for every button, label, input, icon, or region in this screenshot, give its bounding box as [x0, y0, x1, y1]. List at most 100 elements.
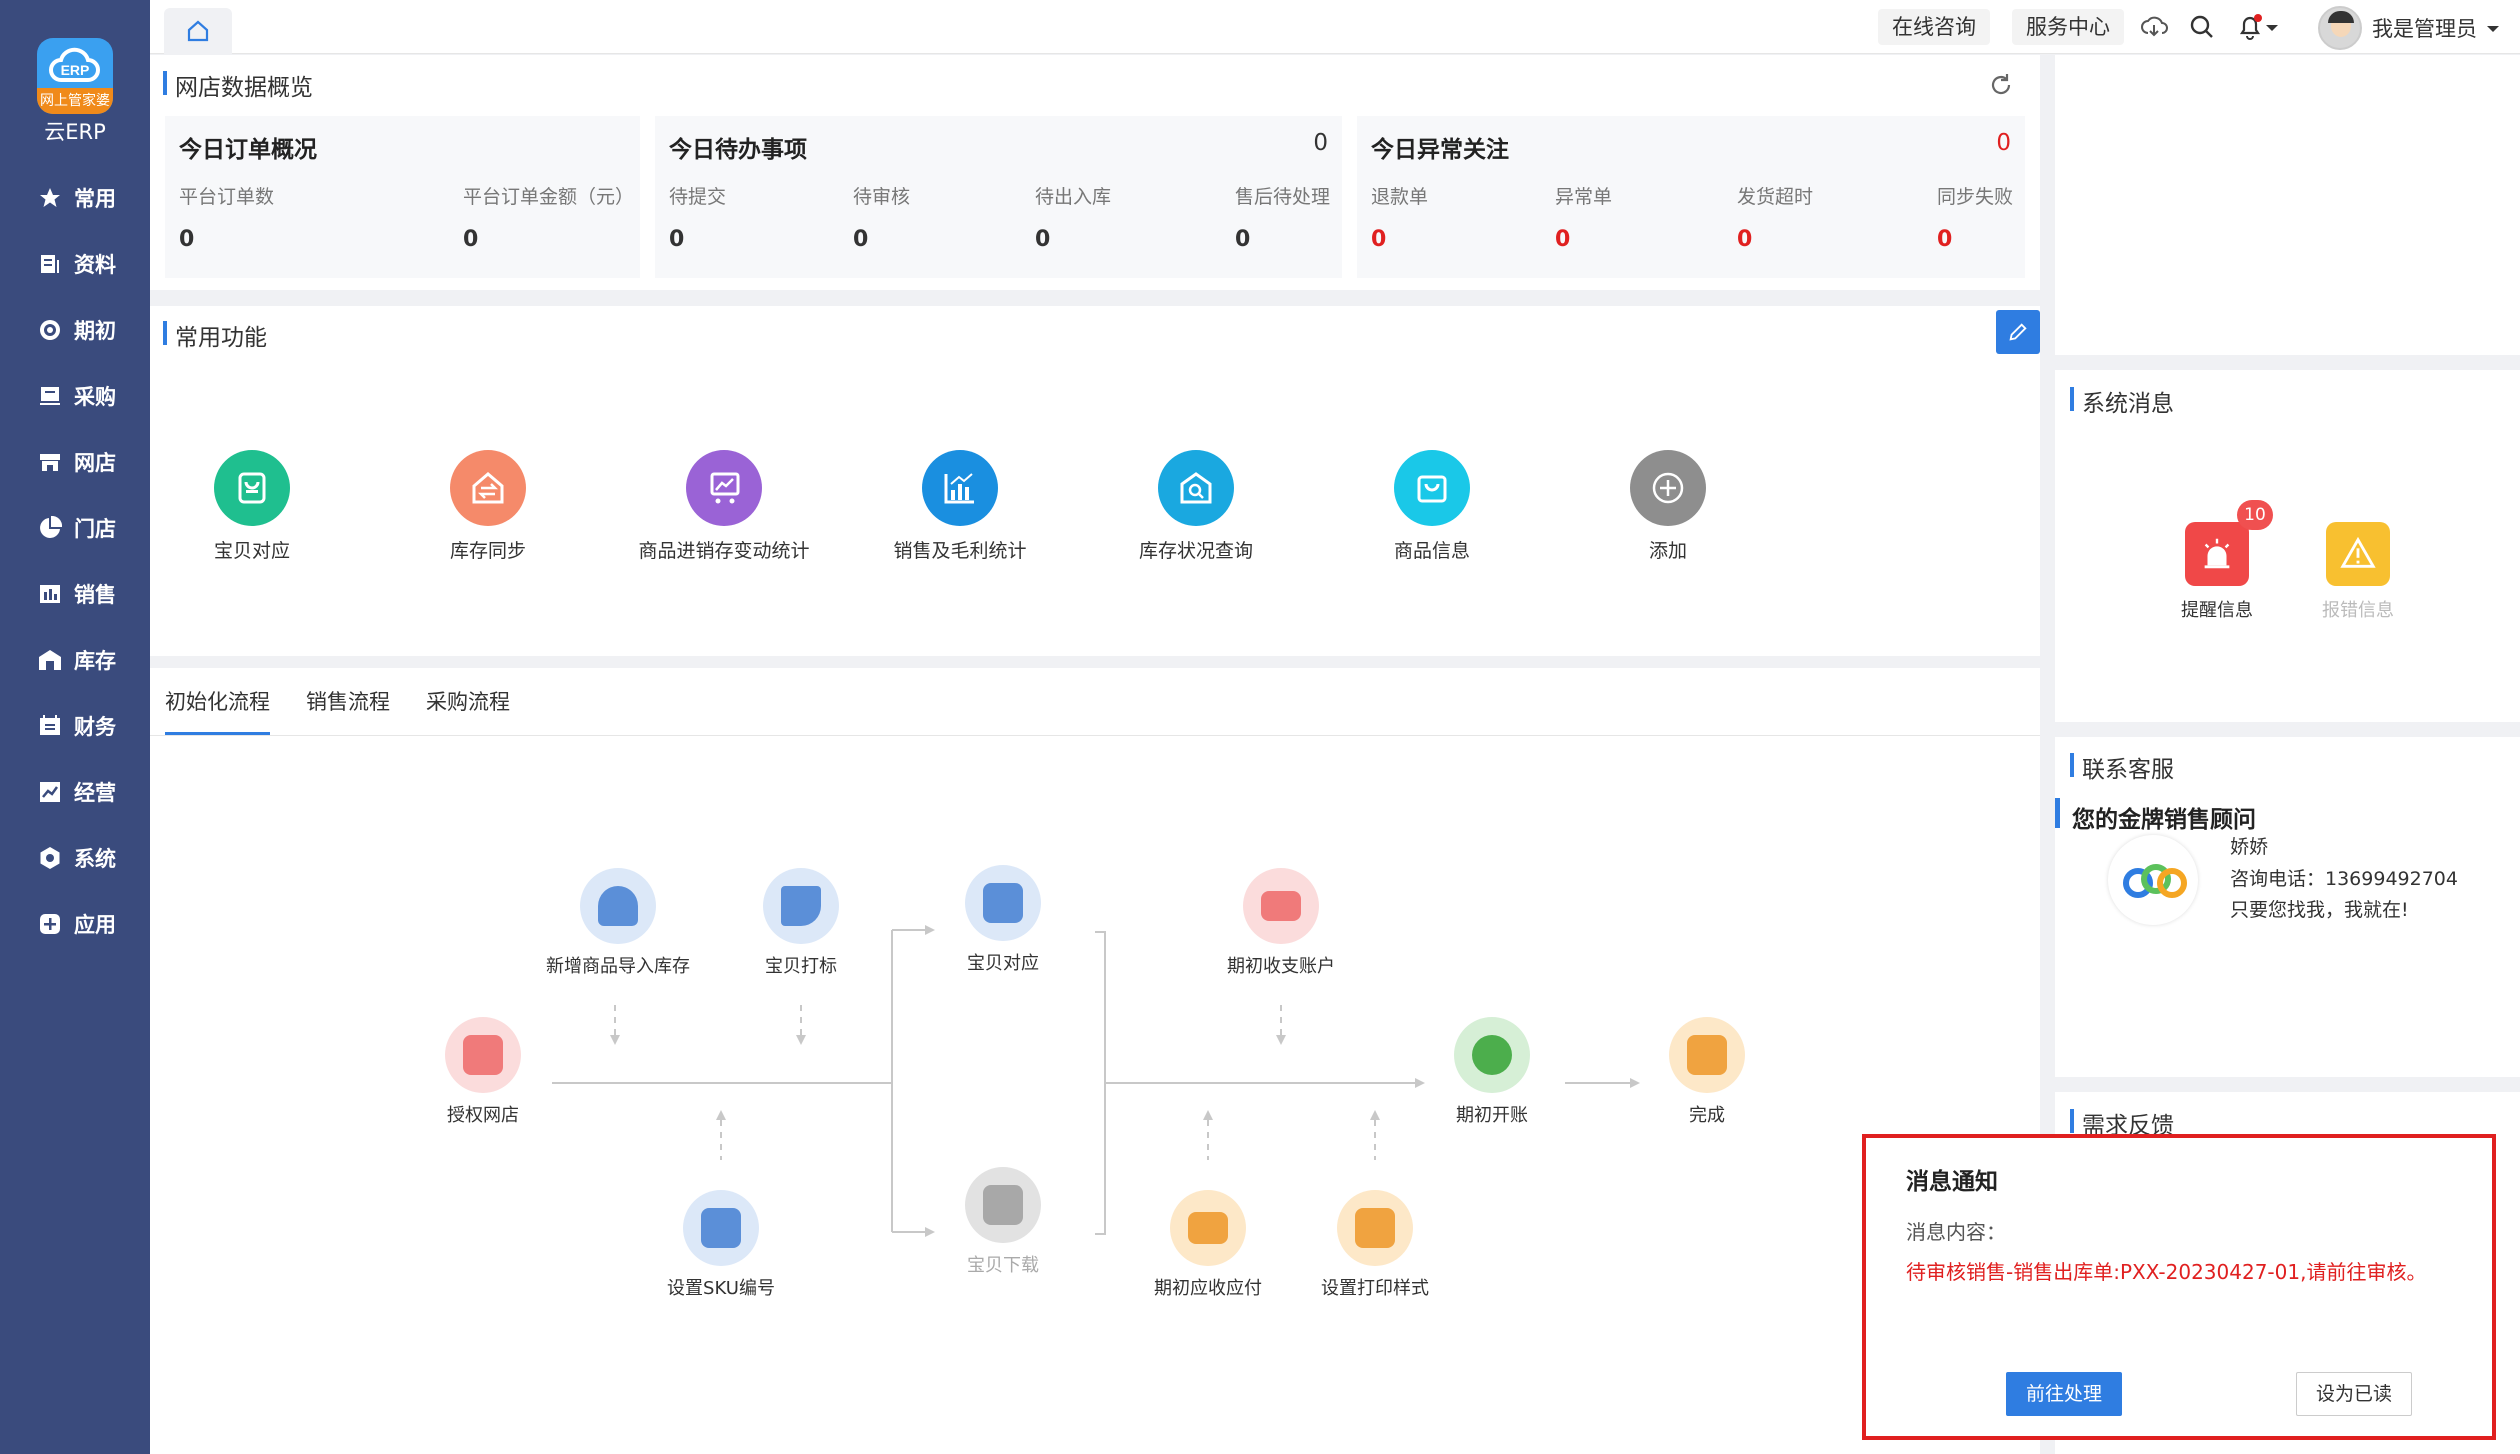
remind-info-button[interactable]: 10 提醒信息: [2157, 500, 2277, 622]
system-message-title: 系统消息: [2070, 384, 2174, 418]
tab-home[interactable]: [164, 8, 232, 54]
func-add[interactable]: 添加: [1568, 450, 1768, 563]
metric-label: 发货超时: [1737, 186, 1814, 208]
flow-node-item-match[interactable]: 宝贝对应: [913, 865, 1093, 975]
avatar: [2318, 6, 2362, 50]
edit-functions-button[interactable]: [1996, 310, 2040, 354]
card-title: 今日异常关注: [1371, 137, 1509, 163]
cloud-download-icon[interactable]: [2140, 13, 2168, 41]
flow-node-import-goods[interactable]: 新增商品导入库存: [528, 868, 708, 978]
metric-to-stock[interactable]: 待出入库 0: [1035, 182, 1111, 252]
flow-node-tag-item[interactable]: 宝贝打标: [711, 868, 891, 978]
sidebar-item-label: 网店: [74, 451, 116, 475]
func-inventory-change-stats[interactable]: 商品进销存变动统计: [624, 450, 824, 563]
flow-node-init-account[interactable]: 期初收支账户: [1191, 868, 1371, 978]
metric-abnormal[interactable]: 异常单 0: [1555, 182, 1612, 252]
notification-title: 消息通知: [1906, 1169, 1998, 1195]
metric-platform-amount[interactable]: 平台订单金额（元） 0: [463, 182, 634, 252]
node-label: 完成: [1689, 1105, 1725, 1126]
tab-init-flow[interactable]: 初始化流程: [165, 686, 270, 735]
flag-icon: [763, 868, 839, 944]
sidebar-item-label: 期初: [74, 319, 116, 343]
sidebar-item-system[interactable]: 系统: [0, 833, 150, 883]
advisor-avatar: [2108, 835, 2198, 925]
sidebar-item-purchase[interactable]: 采购: [0, 371, 150, 421]
advisor-phone[interactable]: 咨询电话：13699492704: [2230, 864, 2458, 891]
flow-node-init-receivable[interactable]: 期初应收应付: [1118, 1190, 1298, 1300]
notification-content[interactable]: 待审核销售-销售出库单:PXX-20230427-01,请前往审核。: [1906, 1256, 2426, 1285]
metric-platform-orders[interactable]: 平台订单数 0: [179, 182, 274, 252]
finance-icon: [40, 715, 60, 735]
flow-node-item-download[interactable]: 宝贝下载: [913, 1167, 1093, 1277]
sidebar-item-inventory[interactable]: 库存: [0, 635, 150, 685]
sidebar-item-webstore[interactable]: 网店: [0, 437, 150, 487]
func-sales-profit-stats[interactable]: 销售及毛利统计: [860, 450, 1060, 563]
sidebar-item-label: 经营: [74, 781, 116, 805]
advisor-slogan: 只要您找我，我就在!: [2230, 899, 2409, 921]
sidebar-item-label: 财务: [74, 715, 116, 739]
service-center-button[interactable]: 服务中心: [2012, 9, 2124, 45]
func-stock-query[interactable]: 库存状况查询: [1096, 450, 1296, 563]
func-label: 销售及毛利统计: [893, 540, 1027, 562]
error-info-button[interactable]: 报错信息: [2298, 522, 2418, 622]
advisor-name: 娇娇: [2230, 836, 2269, 858]
sidebar-item-label: 采购: [74, 385, 116, 409]
shopping-bag-icon: [1394, 450, 1470, 526]
online-consult-button[interactable]: 在线咨询: [1878, 9, 1990, 45]
user-check-icon: [1454, 1017, 1530, 1093]
warehouse-icon: [39, 650, 61, 670]
metric-value: 0: [1555, 227, 1571, 252]
download-icon: [965, 1167, 1041, 1243]
printer-icon: [1337, 1190, 1413, 1266]
metric-ship-overdue[interactable]: 发货超时 0: [1737, 182, 1813, 252]
sidebar-item-finance[interactable]: 财务: [0, 701, 150, 751]
node-label: 期初收支账户: [1227, 956, 1335, 977]
pie-icon: [40, 516, 62, 538]
card-count: 0: [1996, 130, 2011, 156]
chart-icon: [40, 782, 60, 802]
sidebar-item-operation[interactable]: 经营: [0, 767, 150, 817]
bell-icon[interactable]: [2236, 13, 2264, 41]
go-handle-button[interactable]: 前往处理: [2006, 1372, 2122, 1416]
sidebar-item-sales[interactable]: 销售: [0, 569, 150, 619]
metric-refund[interactable]: 退款单 0: [1371, 182, 1428, 252]
sidebar-item-data[interactable]: 资料: [0, 239, 150, 289]
system-message-panel: [2055, 370, 2520, 722]
sidebar-item-shop[interactable]: 门店: [0, 503, 150, 553]
chevron-down-icon[interactable]: [2264, 13, 2280, 41]
clipboard-check-icon: [1669, 1017, 1745, 1093]
flow-node-set-sku[interactable]: 设置SKU编号: [631, 1190, 811, 1300]
sidebar-item-label: 销售: [74, 583, 116, 607]
mark-read-button[interactable]: 设为已读: [2296, 1372, 2412, 1416]
sidebar-item-initial[interactable]: 期初: [0, 305, 150, 355]
metric-sync-fail[interactable]: 同步失败 0: [1937, 182, 2013, 252]
sidebar-item-label: 门店: [74, 517, 116, 541]
sidebar-item-common[interactable]: 常用: [0, 173, 150, 223]
metric-value: 0: [463, 227, 479, 252]
metric-to-submit[interactable]: 待提交 0: [669, 182, 726, 252]
tab-sales-flow[interactable]: 销售流程: [306, 686, 390, 735]
refresh-icon[interactable]: [1988, 72, 2014, 98]
flow-tabs: 初始化流程 销售流程 采购流程: [165, 686, 546, 735]
flow-node-done[interactable]: 完成: [1617, 1017, 1797, 1127]
remind-badge: 10: [2237, 500, 2273, 530]
bar-chart-icon: [922, 450, 998, 526]
metric-label: 退款单: [1371, 186, 1429, 208]
search-icon[interactable]: [2188, 13, 2216, 41]
sidebar-item-apps[interactable]: 应用: [0, 899, 150, 949]
func-stock-sync[interactable]: 库存同步: [388, 450, 588, 563]
node-label: 新增商品导入库存: [546, 956, 690, 977]
alarm-icon: [2185, 522, 2249, 586]
metric-after-sale[interactable]: 售后待处理 0: [1235, 182, 1330, 252]
func-goods-info[interactable]: 商品信息: [1332, 450, 1532, 563]
flow-node-auth-store[interactable]: 授权网店: [393, 1017, 573, 1127]
user-menu[interactable]: 我是管理员: [2318, 6, 2501, 50]
func-item-match[interactable]: 宝贝对应: [152, 450, 352, 563]
app-logo[interactable]: ERP 网上管家婆: [37, 38, 113, 114]
metric-to-review[interactable]: 待审核 0: [853, 182, 910, 252]
card-title: 今日待办事项: [669, 137, 807, 163]
flow-node-open-account[interactable]: 期初开账: [1402, 1017, 1582, 1127]
func-label: 添加: [1648, 540, 1687, 562]
flow-node-print-style[interactable]: 设置打印样式: [1285, 1190, 1465, 1300]
tab-purchase-flow[interactable]: 采购流程: [426, 686, 510, 735]
